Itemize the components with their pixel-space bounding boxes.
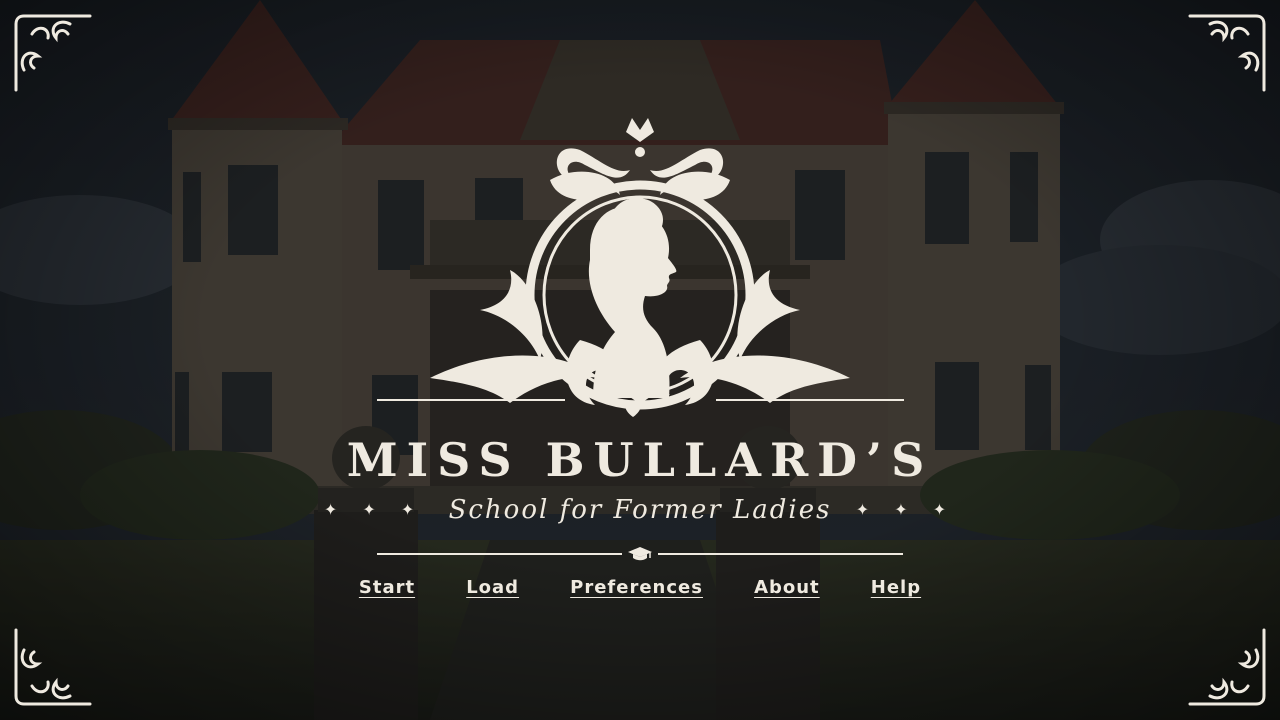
menu-load-button[interactable]: Load <box>466 574 519 602</box>
main-menu: Start Load Preferences About Help <box>0 574 1280 602</box>
lady-silhouette-crest-icon <box>430 118 850 417</box>
menu-preferences-button[interactable]: Preferences <box>570 574 703 602</box>
menu-about-button[interactable]: About <box>754 574 820 602</box>
divider-bottom-left <box>377 553 622 555</box>
game-subtitle-row: ✦ ✦ ✦ School for Former Ladies ✦ ✦ ✦ <box>0 492 1280 528</box>
flourish-corner-icon-top-right <box>1188 14 1266 92</box>
graduation-cap-icon <box>628 547 652 561</box>
divider-bottom-right <box>658 553 903 555</box>
divider-top-right <box>716 399 904 401</box>
divider-top-left <box>377 399 565 401</box>
flourish-corner-icon-bottom-left <box>14 628 92 706</box>
game-title: MISS BULLARD’S <box>346 433 934 487</box>
menu-help-button[interactable]: Help <box>871 574 921 602</box>
ornament-stars-left: ✦ ✦ ✦ <box>323 500 425 519</box>
ornament-stars-right: ✦ ✦ ✦ <box>855 500 957 519</box>
flourish-corner-icon-top-left <box>14 14 92 92</box>
title-screen: MISS BULLARD’S ✦ ✦ ✦ School for Former L… <box>0 0 1280 720</box>
flourish-corner-icon-bottom-right <box>1188 628 1266 706</box>
menu-start-button[interactable]: Start <box>359 574 415 602</box>
game-subtitle: School for Former Ladies <box>448 495 832 525</box>
